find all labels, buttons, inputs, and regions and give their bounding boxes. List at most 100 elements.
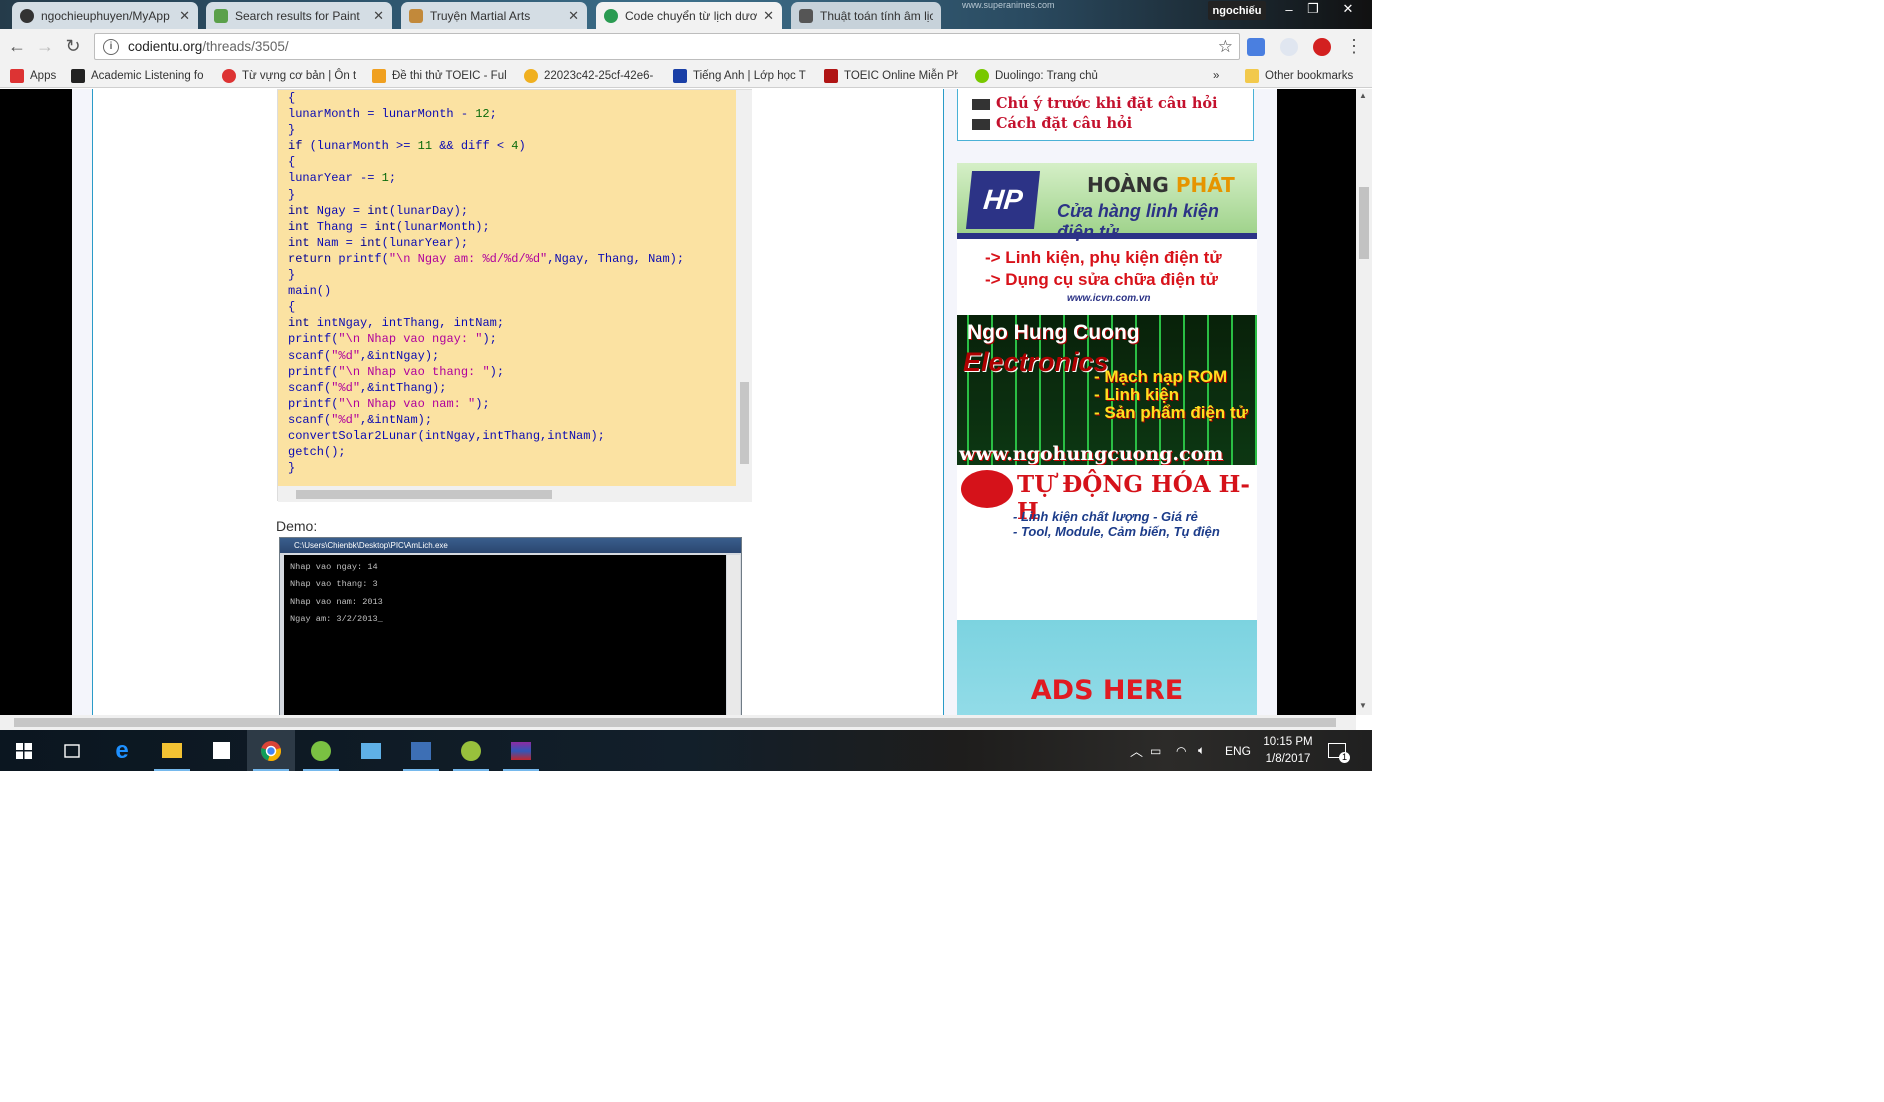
page-hscroll-thumb[interactable] bbox=[14, 718, 1336, 727]
reload-icon[interactable]: ↻ bbox=[60, 33, 86, 59]
back-icon[interactable]: ← bbox=[4, 33, 30, 59]
close-tab-icon[interactable]: ✕ bbox=[179, 8, 190, 24]
bookmark-tu-vung[interactable]: Từ vựng cơ bản | Ôn t bbox=[222, 68, 356, 84]
chrome-icon[interactable] bbox=[247, 730, 295, 771]
tray-chevron-icon[interactable]: ︿ bbox=[1130, 730, 1143, 771]
page-scroll-thumb[interactable] bbox=[1359, 187, 1369, 259]
demo-console-screenshot: C:\Users\Chienbk\Desktop\PIC\AmLich.exe … bbox=[279, 537, 742, 715]
ad-ngo-hung-cuong[interactable]: Ngo Hung Cuong Electronics - Mạch nạp RO… bbox=[957, 315, 1257, 465]
bookmark-de-thi[interactable]: Đề thi thử TOEIC - Ful bbox=[372, 68, 506, 84]
page-vertical-scrollbar[interactable]: ▲ ▼ bbox=[1356, 89, 1372, 715]
address-bar[interactable]: i codientu.org/threads/3505/ ☆ bbox=[94, 33, 1240, 60]
app-green-icon[interactable] bbox=[297, 730, 345, 771]
minimize-icon[interactable]: – bbox=[1277, 0, 1301, 18]
ad-line: - Tool, Module, Cảm biến, Tụ điện bbox=[1013, 524, 1220, 539]
code-vertical-scrollbar[interactable] bbox=[736, 90, 752, 486]
tab-codientu[interactable]: Code chuyển từ lịch dươ ✕ bbox=[596, 2, 782, 29]
paint-app-icon[interactable] bbox=[347, 730, 395, 771]
spinner-icon bbox=[524, 69, 538, 83]
other-bookmarks[interactable]: Other bookmarks bbox=[1245, 68, 1365, 84]
tab-truyen[interactable]: Truyện Martial Arts ✕ bbox=[401, 2, 587, 29]
restore-icon[interactable]: ❐ bbox=[1301, 0, 1325, 18]
ad-placeholder[interactable]: ADS HERE bbox=[957, 620, 1257, 715]
bookmark-tieng-anh[interactable]: Tiếng Anh | Lớp học T bbox=[673, 68, 807, 84]
close-tab-icon[interactable]: ✕ bbox=[568, 8, 579, 24]
d-extension-icon[interactable] bbox=[1280, 38, 1298, 56]
adblock-extension-icon[interactable] bbox=[1313, 38, 1331, 56]
profile-button[interactable]: ngochiếu bbox=[1208, 1, 1266, 20]
wifi-icon[interactable]: ◠ bbox=[1176, 730, 1186, 771]
console-scrollbar bbox=[727, 555, 740, 715]
android-studio-icon[interactable] bbox=[447, 730, 495, 771]
ad-tu-dong-hoa[interactable]: TỰ ĐỘNG HÓA H-H - Linh kiện chất lượng -… bbox=[957, 465, 1257, 620]
page-horizontal-scrollbar[interactable] bbox=[0, 715, 1356, 730]
tab-title: Code chuyển từ lịch dươ bbox=[625, 8, 758, 23]
console-line: Ngay am: 3/2/2013_ bbox=[290, 614, 383, 625]
store-icon[interactable] bbox=[197, 730, 245, 771]
tab-github[interactable]: ngochieuphuyen/MyApp ✕ bbox=[12, 2, 198, 29]
ad-item: - Mạch nạp ROM bbox=[1094, 367, 1228, 386]
scroll-up-icon[interactable]: ▲ bbox=[1359, 91, 1367, 100]
code-line: lunarYear -= 1; bbox=[288, 171, 397, 186]
code-block: {lunarMonth = lunarMonth - 12;} if (lunar… bbox=[277, 89, 752, 502]
close-tab-icon[interactable]: ✕ bbox=[763, 8, 774, 24]
menu-kebab-icon[interactable]: ⋮ bbox=[1344, 33, 1364, 59]
ad-header: HP HOÀNG PHÁT Cửa hàng linh kiện điện tử bbox=[957, 163, 1257, 242]
notice-link-rules[interactable]: Chú ý trước khi đặt câu hỏi bbox=[972, 95, 1218, 112]
clock[interactable]: 10:15 PM 1/8/2017 bbox=[1262, 730, 1314, 771]
bookmark-22023c42[interactable]: 22023c42-25cf-42e6- bbox=[524, 68, 658, 84]
site-info-icon[interactable]: i bbox=[103, 38, 119, 55]
bookmark-star-icon[interactable]: ☆ bbox=[1218, 37, 1233, 57]
more-bookmarks-chevron-icon[interactable]: » bbox=[1213, 68, 1227, 84]
tab-strip: ngochieuphuyen/MyApp ✕ Search results fo… bbox=[0, 0, 1372, 29]
code-horizontal-scrollbar[interactable] bbox=[278, 486, 752, 502]
winrar-icon[interactable] bbox=[497, 730, 545, 771]
bookmark-academic[interactable]: Academic Listening fo bbox=[71, 68, 205, 84]
forward-icon[interactable]: → bbox=[32, 33, 58, 59]
tab-title: Truyện Martial Arts bbox=[430, 8, 531, 23]
clock-date: 1/8/2017 bbox=[1265, 752, 1311, 765]
tab-search-paint[interactable]: Search results for Paint ✕ bbox=[206, 2, 392, 29]
file-explorer-icon[interactable] bbox=[148, 730, 196, 771]
we-icon bbox=[673, 69, 687, 83]
bookmark-toeic-online[interactable]: TOEIC Online Miễn Phí bbox=[824, 68, 958, 84]
code-hscroll-thumb[interactable] bbox=[296, 490, 552, 499]
close-tab-icon[interactable]: ✕ bbox=[373, 8, 384, 24]
code-line: if (lunarMonth >= 11 && diff < 4) bbox=[288, 139, 526, 154]
academic-icon bbox=[71, 69, 85, 83]
scroll-down-icon[interactable]: ▼ bbox=[1359, 701, 1367, 710]
url-text[interactable]: codientu.org/threads/3505/ bbox=[128, 39, 1218, 54]
browser-toolbar: ← → ↻ i codientu.org/threads/3505/ ☆ ⋮ bbox=[0, 29, 1372, 64]
bookmark-duolingo[interactable]: Duolingo: Trang chủ bbox=[975, 68, 1115, 84]
code-line: int Nam = int(lunarYear); bbox=[288, 235, 469, 250]
battery-icon[interactable]: ▭ bbox=[1150, 730, 1161, 771]
code-line: scanf("%d",&intThang); bbox=[288, 380, 447, 395]
bookmark-apps[interactable]: Apps bbox=[10, 68, 62, 84]
task-view-icon[interactable] bbox=[48, 730, 96, 771]
close-window-icon[interactable]: ✕ bbox=[1333, 0, 1363, 18]
console-title: C:\Users\Chienbk\Desktop\PIC\AmLich.exe bbox=[280, 538, 741, 553]
language-indicator[interactable]: ENG bbox=[1225, 730, 1251, 771]
tab-thuat-toan[interactable]: Thuật toán tính âm lịch bbox=[791, 2, 941, 29]
ad-hoang-phat[interactable]: HP HOÀNG PHÁT Cửa hàng linh kiện điện tử… bbox=[957, 163, 1257, 315]
ad-line: - Linh kiện chất lượng - Giá rẻ bbox=[1013, 509, 1198, 524]
notice-box: Chú ý trước khi đặt câu hỏi Cách đặt câu… bbox=[957, 89, 1254, 141]
code-line: scanf("%d",&intNam); bbox=[288, 412, 433, 427]
code-line: printf("\n Nhap vao nam: "); bbox=[288, 396, 490, 411]
code-line: } bbox=[288, 123, 296, 138]
windows-start-icon[interactable] bbox=[0, 730, 48, 771]
visual-studio-icon[interactable] bbox=[397, 730, 445, 771]
book-icon bbox=[409, 8, 423, 23]
code-text: {lunarMonth = lunarMonth - 12;} if (lunar… bbox=[288, 90, 728, 476]
ads-here-text: ADS HERE bbox=[1030, 675, 1184, 706]
clock-time: 10:15 PM bbox=[1263, 735, 1313, 748]
ad-line: -> Dụng cụ sửa chữa điện tử bbox=[985, 270, 1218, 289]
translate-extension-icon[interactable] bbox=[1247, 38, 1265, 56]
code-line: main() bbox=[288, 284, 332, 299]
code-scroll-thumb[interactable] bbox=[740, 382, 749, 464]
action-center-icon[interactable]: 1 bbox=[1328, 730, 1350, 771]
notice-link-how-to-ask[interactable]: Cách đặt câu hỏi bbox=[972, 115, 1132, 132]
volume-icon[interactable]: 🔈︎ bbox=[1198, 730, 1205, 771]
console-line: Nhap vao nam: 2013 bbox=[290, 596, 383, 607]
edge-icon[interactable]: e bbox=[98, 730, 146, 771]
